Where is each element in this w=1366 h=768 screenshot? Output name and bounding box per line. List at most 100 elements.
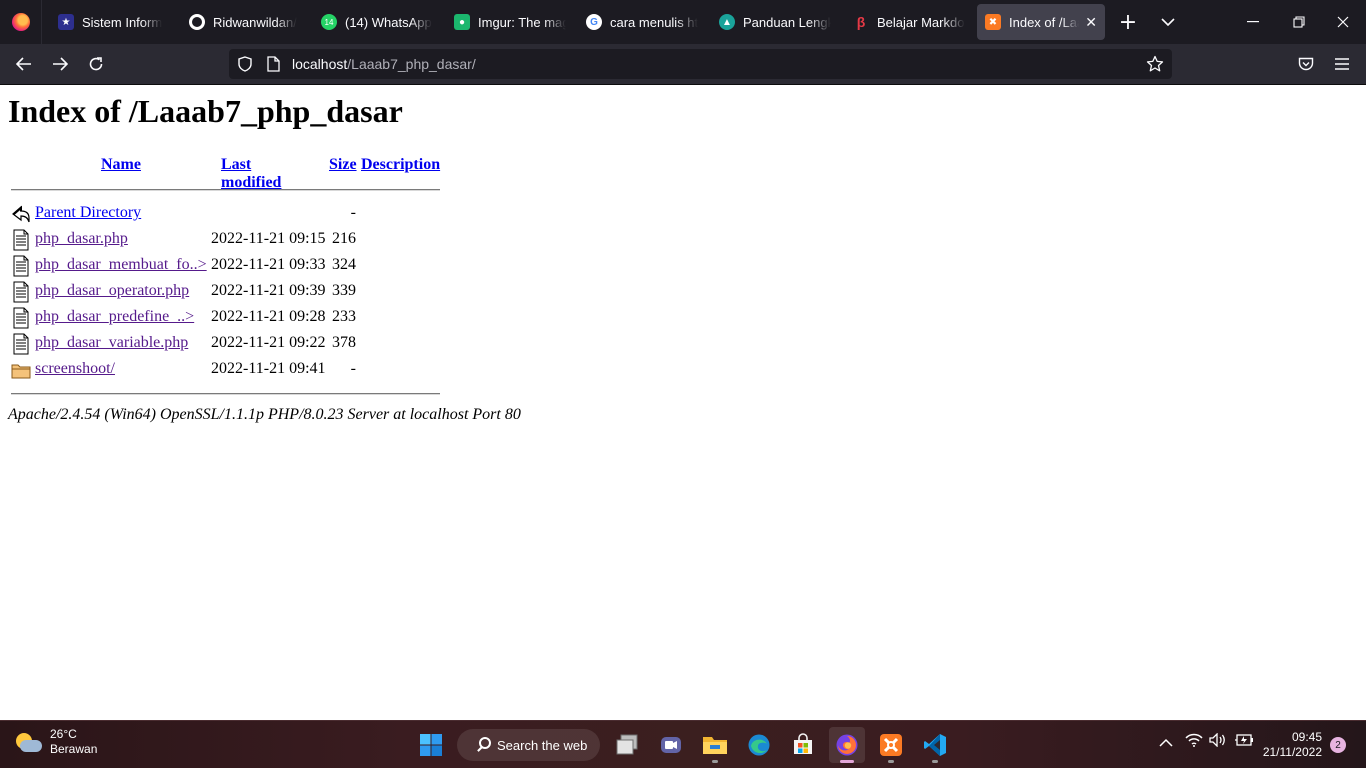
list-all-tabs-button[interactable] [1148, 0, 1188, 44]
file-modified: 2022-11-21 09:22 [211, 334, 326, 351]
new-tab-button[interactable]: + [1108, 0, 1148, 44]
speaker-icon [1209, 732, 1225, 748]
tab-codepolitan[interactable]: β Belajar Markdow [845, 4, 973, 40]
file-link[interactable]: php_dasar_membuat_fo..> [35, 256, 207, 274]
tab-label: cara menulis htm [610, 14, 698, 30]
url-text[interactable]: localhost/Laaab7_php_dasar/ [292, 56, 476, 72]
forward-button[interactable] [44, 48, 76, 80]
header-divider [11, 189, 440, 191]
taskbar-search[interactable]: Search the web [457, 729, 600, 761]
file-modified: 2022-11-21 09:41 [211, 360, 326, 377]
pocket-icon [1298, 57, 1314, 70]
file-link[interactable]: php_dasar.php [35, 230, 128, 248]
wifi-icon [1185, 733, 1203, 747]
parent-directory-row: Parent Directory - [8, 202, 528, 228]
file-modified: 2022-11-21 09:15 [211, 230, 326, 247]
restore-button[interactable] [1276, 0, 1322, 44]
file-modified: 2022-11-21 09:33 [211, 256, 326, 273]
system-clock[interactable]: 09:45 21/11/2022 [1263, 730, 1322, 760]
tab-label: Panduan Lengkap [743, 14, 831, 30]
back-button[interactable] [8, 48, 40, 80]
whatsapp-icon: 14 [321, 14, 337, 30]
notification-badge[interactable]: 2 [1330, 737, 1346, 753]
page-info-icon[interactable] [267, 56, 280, 75]
app-menu-button[interactable] [1326, 48, 1358, 80]
arrow-left-icon [16, 57, 31, 71]
tab-strip: ★ Sistem Informasi Ridwanwildan/La 14 (1… [0, 0, 1366, 44]
task-view-button[interactable] [609, 727, 645, 763]
address-bar[interactable]: localhost/Laaab7_php_dasar/ [229, 49, 1172, 79]
file-explorer-button[interactable] [697, 727, 733, 763]
tab-imgur[interactable]: ● Imgur: The magi [446, 4, 574, 40]
url-path: /Laaab7_php_dasar/ [347, 56, 476, 72]
edge-button[interactable] [741, 727, 777, 763]
wifi-status[interactable] [1185, 733, 1203, 750]
minimize-button[interactable] [1230, 0, 1276, 44]
clock-time: 09:45 [1291, 730, 1322, 744]
text-file-icon [13, 333, 29, 355]
file-link[interactable]: php_dasar_operator.php [35, 282, 189, 300]
tab-label: Sistem Informasi [82, 14, 162, 30]
tab-github[interactable]: Ridwanwildan/La [181, 4, 305, 40]
reload-button[interactable] [80, 48, 112, 80]
bookmark-star-button[interactable] [1146, 55, 1164, 76]
volume-status[interactable] [1209, 732, 1227, 750]
show-hidden-icons-button[interactable] [1159, 735, 1173, 751]
text-file-icon [13, 229, 29, 251]
file-explorer-icon [703, 737, 727, 754]
pocket-button[interactable] [1290, 48, 1322, 80]
sort-by-last-modified-link[interactable]: Last modified [221, 156, 281, 192]
microsoft-store-button[interactable] [785, 727, 821, 763]
firefox-logo-icon [11, 13, 30, 31]
tab-petani-kode[interactable]: ▲ Panduan Lengkap [711, 4, 839, 40]
arrow-right-icon [53, 57, 68, 71]
file-size: 216 [332, 230, 356, 247]
tab-sistem-informasi[interactable]: ★ Sistem Informasi [50, 4, 170, 40]
file-row: php_dasar_operator.php 2022-11-21 09:39 … [8, 280, 528, 306]
sort-by-description-link[interactable]: Description [361, 156, 440, 174]
store-icon [794, 733, 812, 754]
sort-by-size-link[interactable]: Size [329, 156, 357, 174]
tab-label: (14) WhatsApp [345, 14, 432, 30]
close-window-button[interactable] [1320, 0, 1366, 44]
vscode-taskbar-button[interactable] [917, 727, 953, 763]
folder-link[interactable]: screenshoot/ [35, 360, 115, 378]
sort-by-name-link[interactable]: Name [101, 156, 141, 174]
firefox-icon [836, 734, 858, 756]
tab-label: Belajar Markdow [877, 14, 965, 30]
firefox-view-button[interactable] [0, 0, 42, 44]
weather-condition: Berawan [50, 742, 98, 756]
chevron-down-icon [1161, 18, 1175, 26]
tab-index-of[interactable]: ✖ Index of /Laaab ✕ [977, 4, 1105, 40]
file-size: 324 [332, 256, 356, 273]
close-tab-icon[interactable]: ✕ [1085, 14, 1097, 31]
teams-chat-button[interactable] [653, 727, 689, 763]
tab-google[interactable]: G cara menulis htm [578, 4, 706, 40]
parent-directory-link[interactable]: Parent Directory [35, 204, 141, 222]
start-button[interactable] [413, 727, 449, 763]
server-signature: Apache/2.4.54 (Win64) OpenSSL/1.1.1p PHP… [8, 406, 521, 423]
tab-whatsapp[interactable]: 14 (14) WhatsApp [313, 4, 441, 40]
battery-status[interactable] [1234, 733, 1254, 750]
text-file-icon [13, 307, 29, 329]
text-file-icon [13, 255, 29, 277]
search-icon [479, 737, 491, 749]
imgur-icon: ● [454, 14, 470, 30]
file-link[interactable]: php_dasar_variable.php [35, 334, 188, 352]
shield-icon[interactable] [237, 56, 253, 75]
academic-icon: ★ [58, 14, 74, 30]
file-row: php_dasar_variable.php 2022-11-21 09:22 … [8, 332, 528, 358]
weather-temperature: 26°C [50, 727, 77, 741]
weather-widget[interactable]: 26°C Berawan [14, 727, 97, 757]
firefox-taskbar-button[interactable] [829, 727, 865, 763]
back-arrow-icon [12, 205, 30, 223]
tab-label: Index of /Laaab [1009, 14, 1079, 30]
file-row: php_dasar_predefine_..> 2022-11-21 09:28… [8, 306, 528, 332]
xampp-taskbar-button[interactable] [873, 727, 909, 763]
file-link[interactable]: php_dasar_predefine_..> [35, 308, 194, 326]
star-icon [1146, 55, 1164, 72]
folder-row: screenshoot/ 2022-11-21 09:41 - [8, 358, 528, 384]
folder-icon [11, 364, 31, 379]
navigation-toolbar: localhost/Laaab7_php_dasar/ [0, 44, 1366, 85]
petani-kode-icon: ▲ [719, 14, 735, 30]
